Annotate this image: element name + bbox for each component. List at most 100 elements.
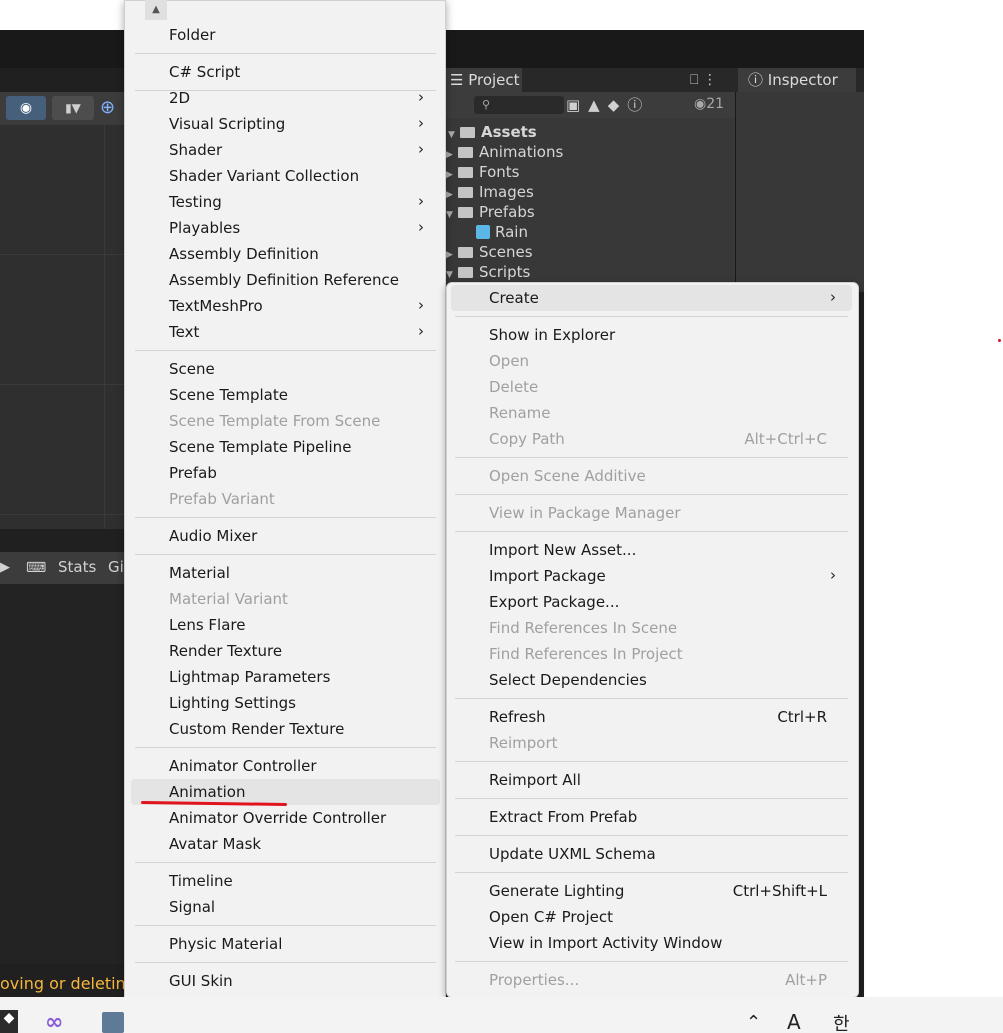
chevron-right-icon: ›: [418, 114, 424, 132]
project-tree: ▼ Assets ▶ Animations ▶ Fonts ▶ Images ▼ Pref…: [446, 118, 736, 290]
inspector-body: [736, 92, 864, 292]
create-menu-item-material[interactable]: Material: [169, 564, 230, 582]
create-menu-item-folder[interactable]: Folder: [169, 26, 215, 44]
tree-item-label: Fonts: [479, 163, 520, 181]
context-menu-item-generate-lighting[interactable]: Generate Lighting: [489, 882, 624, 900]
context-menu-item-view-in-import-activity-window[interactable]: View in Import Activity Window: [489, 934, 722, 952]
tree-item-scripts[interactable]: ▼ Scripts: [446, 263, 530, 281]
menu-separator: [135, 90, 436, 91]
context-menu-item-open-c-project[interactable]: Open C# Project: [489, 908, 613, 926]
expand-arrow-icon[interactable]: ▶: [446, 190, 458, 200]
create-menu-item-animator-override-controller[interactable]: Animator Override Controller: [169, 809, 386, 827]
create-menu-item-animator-controller[interactable]: Animator Controller: [169, 757, 317, 775]
visual-studio-taskbar-icon[interactable]: ∞: [45, 1010, 75, 1033]
chevron-right-icon: ›: [418, 192, 424, 210]
tree-item-label: Prefabs: [479, 203, 535, 221]
create-menu-item-prefab[interactable]: Prefab: [169, 464, 217, 482]
context-menu-item-create[interactable]: Create: [489, 289, 539, 307]
expand-arrow-icon[interactable]: ▼: [446, 270, 458, 280]
create-menu-item-avatar-mask[interactable]: Avatar Mask: [169, 835, 261, 853]
tree-item-fonts[interactable]: ▶ Fonts: [446, 163, 519, 181]
folder-icon: [458, 187, 473, 198]
create-menu-item-audio-mixer[interactable]: Audio Mixer: [169, 527, 257, 545]
create-menu-item-shader[interactable]: Shader: [169, 141, 222, 159]
tree-item-assets[interactable]: ▼ Assets: [448, 123, 537, 141]
tab-project[interactable]: ☰ Project: [446, 68, 522, 92]
scene-view[interactable]: [0, 124, 130, 529]
keyboard-icon[interactable]: ⌨: [26, 560, 46, 576]
create-menu-item-text[interactable]: Text: [169, 323, 199, 341]
create-menu-item-2d[interactable]: 2D: [169, 89, 190, 107]
create-menu-item-lightmap-parameters[interactable]: Lightmap Parameters: [169, 668, 330, 686]
expand-arrow-icon[interactable]: ▶: [446, 150, 458, 160]
create-menu-item-visual-scripting[interactable]: Visual Scripting: [169, 115, 285, 133]
chevron-right-icon: ›: [418, 296, 424, 314]
create-menu-item-c-script[interactable]: C# Script: [169, 63, 240, 81]
create-menu-item-render-texture[interactable]: Render Texture: [169, 642, 282, 660]
tree-item-scenes[interactable]: ▶ Scenes: [446, 243, 533, 261]
create-menu-item-scene-template[interactable]: Scene Template: [169, 386, 288, 404]
visibility-toggle-icon[interactable]: ◉: [6, 96, 46, 120]
create-menu-item-textmeshpro[interactable]: TextMeshPro: [169, 297, 263, 315]
scroll-up-arrow-icon[interactable]: ▲: [145, 0, 167, 20]
tree-item-rain[interactable]: Rain: [476, 223, 528, 241]
calculator-taskbar-icon[interactable]: [102, 1012, 124, 1033]
context-menu-item-export-package[interactable]: Export Package...: [489, 593, 619, 611]
audio-icon[interactable]: ▶: [0, 560, 10, 575]
create-menu-item-custom-render-texture[interactable]: Custom Render Texture: [169, 720, 344, 738]
context-menu-item-reimport-all[interactable]: Reimport All: [489, 771, 581, 789]
panel-divider[interactable]: [735, 92, 736, 292]
hidden-packages-count[interactable]: ◉21: [694, 96, 724, 112]
unity-taskbar-icon[interactable]: ◆: [0, 1010, 18, 1033]
create-menu-item-scene[interactable]: Scene: [169, 360, 215, 378]
project-filter-icons[interactable]: ▣▲◆ⓘ: [566, 94, 650, 116]
camera-dropdown-icon[interactable]: ▮▼: [52, 96, 94, 120]
create-menu-item-physic-material[interactable]: Physic Material: [169, 935, 282, 953]
folder-open-icon: [458, 267, 473, 278]
create-menu-item-assembly-definition[interactable]: Assembly Definition: [169, 245, 319, 263]
tab-inspector[interactable]: ⓘ Inspector: [738, 68, 856, 92]
context-menu-item-import-new-asset[interactable]: Import New Asset...: [489, 541, 636, 559]
gizmo-orientation-icon[interactable]: ⊕: [100, 96, 126, 120]
context-menu-item-rename: Rename: [489, 404, 551, 422]
expand-arrow-icon[interactable]: ▶: [446, 250, 458, 260]
tree-item-images[interactable]: ▶ Images: [446, 183, 534, 201]
context-menu-item-import-package[interactable]: Import Package: [489, 567, 606, 585]
context-menu-item-extract-from-prefab[interactable]: Extract From Prefab: [489, 808, 637, 826]
create-menu-item-shader-variant-collection[interactable]: Shader Variant Collection: [169, 167, 359, 185]
context-menu-item-find-references-in-scene: Find References In Scene: [489, 619, 678, 637]
chevron-right-icon: ›: [418, 140, 424, 158]
context-menu-item-show-in-explorer[interactable]: Show in Explorer: [489, 326, 615, 344]
context-menu-item-copy-path: Copy Path: [489, 430, 565, 448]
tree-item-prefabs[interactable]: ▼ Prefabs: [446, 203, 535, 221]
create-menu-item-playables[interactable]: Playables: [169, 219, 240, 237]
ime-language-indicator[interactable]: 한: [833, 1010, 850, 1033]
context-menu-item-select-dependencies[interactable]: Select Dependencies: [489, 671, 647, 689]
create-menu-item-signal[interactable]: Signal: [169, 898, 215, 916]
create-menu-item-timeline[interactable]: Timeline: [169, 872, 233, 890]
stats-button[interactable]: Stats: [58, 558, 96, 576]
create-menu-item-gui-skin[interactable]: GUI Skin: [169, 972, 233, 990]
create-menu-item-lens-flare[interactable]: Lens Flare: [169, 616, 245, 634]
create-menu-item-lighting-settings[interactable]: Lighting Settings: [169, 694, 296, 712]
search-input[interactable]: ⚲: [474, 96, 564, 114]
chevron-up-icon[interactable]: ⌃: [746, 1012, 761, 1033]
ime-mode-indicator[interactable]: A: [787, 1010, 801, 1033]
menu-separator: [455, 872, 848, 873]
create-menu-item-animation[interactable]: Animation: [169, 783, 245, 801]
gizmos-button[interactable]: Gi: [108, 558, 124, 576]
context-menu-item-update-uxml-schema[interactable]: Update UXML Schema: [489, 845, 656, 863]
create-menu-item-assembly-definition-reference[interactable]: Assembly Definition Reference: [169, 271, 399, 289]
expand-arrow-icon[interactable]: ▼: [448, 130, 460, 140]
context-menu-item-open-scene-additive: Open Scene Additive: [489, 467, 646, 485]
expand-arrow-icon[interactable]: ▼: [446, 210, 458, 220]
expand-arrow-icon[interactable]: ▶: [446, 170, 458, 180]
create-menu-item-prefab-variant: Prefab Variant: [169, 490, 275, 508]
project-lock-and-more-icon[interactable]: ⎕ ⋮: [690, 68, 717, 92]
create-menu-item-scene-template-pipeline[interactable]: Scene Template Pipeline: [169, 438, 351, 456]
create-menu-item-testing[interactable]: Testing: [169, 193, 222, 211]
menu-separator: [135, 925, 436, 926]
context-menu-item-refresh[interactable]: Refresh: [489, 708, 546, 726]
tree-item-animations[interactable]: ▶ Animations: [446, 143, 563, 161]
folder-icon: [460, 127, 475, 138]
